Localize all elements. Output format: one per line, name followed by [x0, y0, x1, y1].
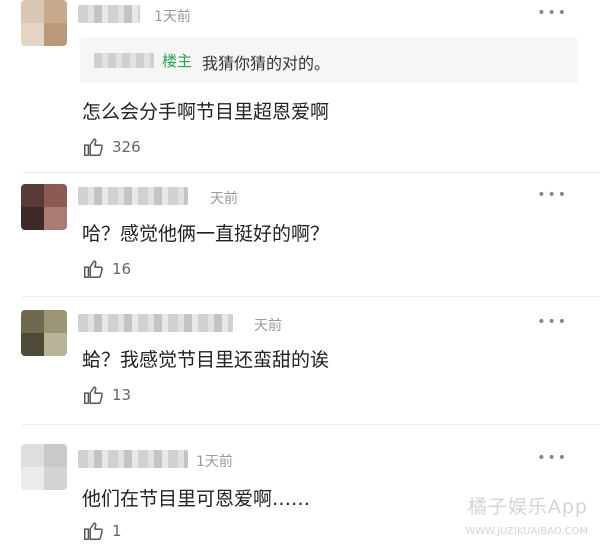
username-blurred[interactable]	[78, 450, 188, 468]
divider	[22, 172, 600, 173]
avatar[interactable]	[21, 0, 67, 46]
comment-text: 蛤？我感觉节目里还蛮甜的诶	[82, 349, 330, 371]
comment-time: 天前	[254, 318, 282, 334]
like-button[interactable]: 13	[82, 384, 131, 406]
avatar[interactable]	[21, 310, 67, 356]
avatar-pixel	[21, 310, 44, 333]
reply-username-blurred	[94, 53, 154, 68]
like-count: 16	[112, 260, 132, 278]
avatar-pixel	[21, 467, 44, 490]
avatar-pixel	[21, 333, 44, 356]
like-button[interactable]: 1	[82, 520, 122, 542]
like-count: 326	[112, 138, 141, 156]
comment-time: 1天前	[196, 454, 233, 470]
avatar-pixel	[21, 444, 44, 467]
avatar-pixel	[21, 184, 44, 207]
comment-text: 他们在节目里可恩爱啊……	[82, 488, 311, 510]
comment-time: 1天前	[154, 9, 191, 25]
avatar[interactable]	[21, 444, 67, 490]
op-badge: 楼主	[162, 52, 193, 70]
watermark-url: WWW.JUZIKUAIBAO.COM	[465, 526, 588, 537]
more-options-button[interactable]: •••	[537, 5, 568, 21]
thumbs-up-icon	[84, 386, 103, 404]
avatar-pixel	[21, 207, 44, 230]
username-blurred[interactable]	[78, 314, 233, 332]
avatar-pixel	[21, 0, 44, 23]
more-options-button[interactable]: •••	[537, 450, 568, 466]
avatar-pixel	[44, 333, 67, 356]
avatar-pixel	[44, 0, 67, 23]
avatar-pixel	[44, 207, 67, 230]
comment-text: 怎么会分手啊节目里超恩爱啊	[82, 101, 330, 123]
comment-time: 天前	[210, 191, 238, 207]
divider	[22, 296, 600, 297]
thumbs-up-icon	[84, 522, 103, 540]
comment-text: 哈？感觉他俩一直挺好的啊？	[82, 223, 330, 245]
username-blurred[interactable]	[78, 187, 188, 205]
like-count: 13	[112, 386, 132, 404]
like-count: 1	[112, 522, 122, 540]
quoted-reply[interactable]: 楼主 我猜你猜的对的。	[80, 38, 578, 83]
divider	[22, 424, 600, 425]
username-blurred[interactable]	[78, 5, 140, 23]
thumbs-up-icon	[84, 138, 103, 156]
like-button[interactable]: 326	[82, 136, 141, 158]
more-options-button[interactable]: •••	[537, 187, 568, 203]
thumbs-up-icon	[84, 260, 103, 278]
watermark-brand: 橘子娱乐App	[467, 496, 588, 518]
avatar-pixel	[44, 444, 67, 467]
avatar[interactable]	[21, 184, 67, 230]
avatar-pixel	[44, 184, 67, 207]
avatar-pixel	[44, 467, 67, 490]
avatar-pixel	[44, 310, 67, 333]
like-button[interactable]: 16	[82, 258, 131, 280]
reply-text: 我猜你猜的对的。	[202, 54, 331, 73]
avatar-pixel	[21, 23, 44, 46]
avatar-pixel	[44, 23, 67, 46]
more-options-button[interactable]: •••	[537, 314, 568, 330]
